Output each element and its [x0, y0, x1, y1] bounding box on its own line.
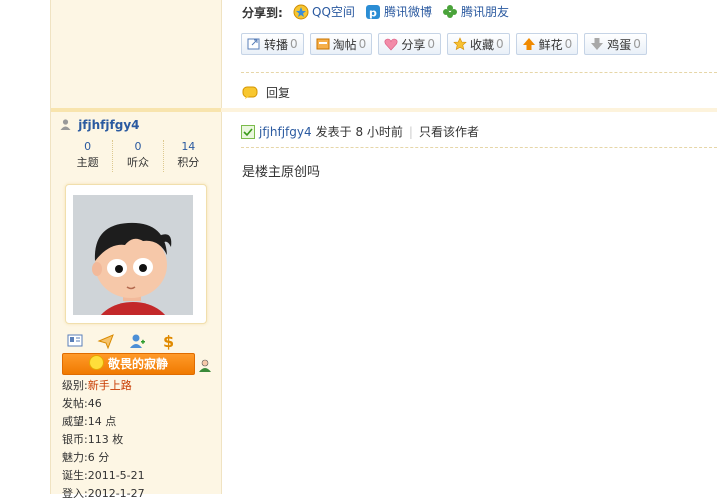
profile-value: 46 — [87, 397, 102, 410]
tencent-weibo-icon: p — [366, 4, 380, 19]
action-count: 0 — [495, 37, 504, 51]
add-friend-icon[interactable] — [128, 332, 146, 350]
stat-label: 主题 — [76, 156, 99, 169]
post-author-link[interactable]: jfjhfjfgy4 — [259, 125, 312, 139]
reply-link[interactable]: 回复 — [242, 84, 290, 101]
previous-post-sidebar — [51, 0, 221, 108]
action-count: 0 — [290, 37, 298, 51]
stat-label: 积分 — [177, 156, 200, 169]
separator: | — [408, 124, 413, 139]
stat-points[interactable]: 14 积分 — [164, 140, 213, 172]
author-action-icons: $ — [66, 332, 177, 351]
profile-value: 113 枚 — [87, 433, 124, 446]
action-label: 鸡蛋 — [607, 37, 632, 52]
action-label: 收藏 — [469, 37, 494, 52]
arrow-up-icon — [522, 38, 535, 50]
svg-text:p: p — [369, 6, 377, 19]
post-content: 是楼主原创吗 — [242, 165, 321, 180]
forward-icon — [247, 38, 260, 50]
author-name-row[interactable]: jfjhfjfgy4 — [60, 118, 140, 132]
collect-post-button[interactable]: 淘帖 0 — [309, 33, 373, 55]
stat-followers[interactable]: 0 听众 — [113, 140, 164, 172]
qzone-icon — [293, 4, 309, 19]
action-label: 淘帖 — [332, 37, 357, 52]
action-count: 0 — [633, 37, 641, 51]
send-message-icon[interactable] — [97, 332, 115, 350]
profile-value: 2011-5-21 — [87, 469, 145, 482]
smile-icon — [88, 355, 104, 370]
profile-row-login: 登入:2012-1-27 — [62, 485, 145, 503]
divider-line — [241, 72, 717, 73]
profile-key: 级别: — [62, 379, 88, 392]
profile-row-prestige: 威望:14 点 — [62, 413, 145, 431]
favorite-button[interactable]: 收藏 0 — [446, 33, 510, 55]
share-button[interactable]: 分享 0 — [378, 33, 441, 55]
stat-num: 0 — [84, 140, 92, 153]
post-divider — [51, 108, 221, 112]
profile-row-birth: 诞生:2011-5-21 — [62, 467, 145, 485]
avatar-image[interactable] — [73, 195, 193, 315]
online-user-icon — [241, 124, 255, 139]
cartoon-avatar-icon — [73, 195, 193, 315]
rank-badge[interactable]: 敬畏的寂静 — [62, 353, 195, 375]
profile-value: 14 点 — [87, 415, 117, 428]
action-label: 分享 — [401, 37, 426, 52]
action-label: 转播 — [264, 37, 289, 52]
post-divider-right — [221, 108, 717, 112]
stat-num: 14 — [181, 140, 196, 153]
stat-threads[interactable]: 0 主题 — [63, 140, 114, 172]
action-count: 0 — [564, 37, 573, 51]
stat-num: 0 — [134, 140, 142, 153]
profile-row-charm: 魅力:6 分 — [62, 449, 145, 467]
tencent-friends-icon — [443, 4, 457, 18]
post-meta: jfjhfjfgy4 发表于 8 小时前 | 只看该作者 — [241, 123, 479, 140]
post-time: 发表于 8 小时前 — [315, 125, 403, 139]
profile-value-link[interactable]: 新手上路 — [88, 379, 132, 392]
speech-bubble-icon — [242, 86, 258, 99]
forward-button[interactable]: 转播 0 — [241, 33, 304, 55]
stat-label: 听众 — [126, 156, 149, 169]
share-label-text: 腾讯微博 — [384, 5, 433, 19]
online-status-icon — [199, 359, 211, 372]
profile-key: 诞生: — [62, 469, 88, 482]
author-profile-list: 级别:新手上路 发帖:46 威望:14 点 银币:113 枚 魅力:6 分 诞生… — [62, 377, 145, 503]
flower-button[interactable]: 鲜花 0 — [515, 33, 579, 55]
post-action-bar: 转播 0 淘帖 0 分享 0 收藏 0 鲜花 0 鸡蛋 0 — [241, 33, 647, 55]
collect-post-icon — [316, 38, 330, 50]
share-tencent-friends[interactable]: 腾讯朋友 — [442, 3, 509, 20]
divider-line — [241, 147, 717, 148]
reply-label: 回复 — [266, 86, 291, 100]
profile-row-posts: 发帖:46 — [62, 395, 145, 413]
egg-button[interactable]: 鸡蛋 0 — [584, 33, 647, 55]
avatar[interactable] — [65, 184, 207, 324]
star-icon — [453, 37, 467, 51]
share-label-text: 腾讯朋友 — [461, 5, 510, 19]
heart-icon — [384, 38, 398, 51]
svg-text:$: $ — [163, 332, 174, 350]
share-label-text: QQ空间 — [312, 5, 355, 19]
coin-icon[interactable]: $ — [159, 332, 177, 351]
share-tencent-weibo[interactable]: p 腾讯微博 — [365, 3, 432, 20]
profile-row-silver: 银币:113 枚 — [62, 431, 145, 449]
profile-key: 银币: — [62, 433, 88, 446]
author-name-link[interactable]: jfjhfjfgy4 — [78, 118, 139, 132]
share-qzone[interactable]: QQ空间 — [293, 3, 355, 20]
only-author-link[interactable]: 只看该作者 — [419, 123, 479, 140]
author-stats: 0 主题 0 听众 14 积分 — [63, 140, 213, 172]
profile-key: 魅力: — [62, 451, 88, 464]
user-icon — [60, 119, 71, 130]
profile-card-icon[interactable] — [66, 332, 84, 350]
profile-key: 发帖: — [62, 397, 88, 410]
action-label: 鲜花 — [538, 37, 563, 52]
share-label: 分享到: — [242, 6, 283, 20]
arrow-down-icon — [591, 38, 604, 50]
profile-row-level: 级别:新手上路 — [62, 377, 145, 395]
profile-key: 威望: — [62, 415, 88, 428]
profile-value: 6 分 — [87, 451, 110, 464]
action-count: 0 — [427, 37, 435, 51]
rank-title: 敬畏的寂静 — [107, 357, 168, 371]
action-count: 0 — [358, 37, 367, 51]
